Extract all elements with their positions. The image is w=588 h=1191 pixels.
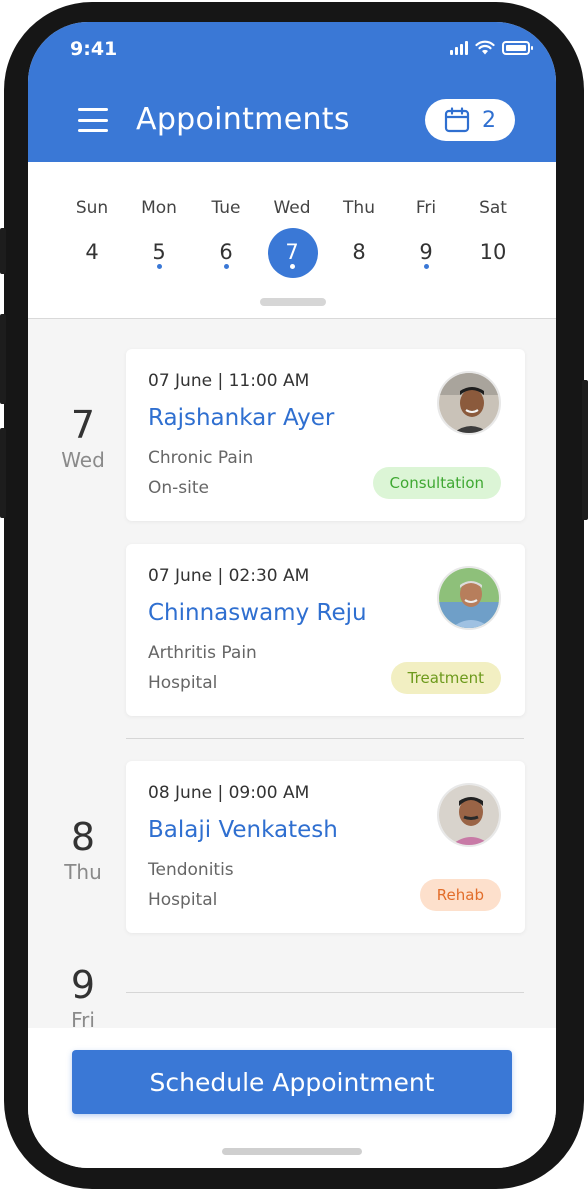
- status-icons: [450, 40, 533, 55]
- week-day-name: Tue: [211, 198, 241, 218]
- week-day-number: 9: [419, 240, 433, 264]
- week-day-number: 7: [285, 240, 299, 264]
- volume-up-button: [0, 314, 6, 404]
- status-time: 9:41: [70, 38, 118, 60]
- appointment-datetime: 07 June | 11:00 AM: [148, 371, 310, 391]
- appointment-dot: [424, 264, 429, 269]
- week-day-name: Thu: [343, 198, 375, 218]
- home-indicator[interactable]: [222, 1148, 362, 1155]
- patient-name: Chinnaswamy Reju: [148, 600, 367, 626]
- hamburger-menu-icon[interactable]: [78, 108, 108, 132]
- appointment-location: Hospital: [148, 890, 218, 910]
- volume-down-button: [0, 428, 6, 518]
- appointment-type-tag: Rehab: [419, 879, 501, 911]
- battery-icon: [502, 40, 533, 55]
- appointment-condition: Arthritis Pain: [148, 643, 257, 663]
- calendar-icon: [444, 107, 470, 133]
- drag-handle[interactable]: [260, 298, 326, 306]
- signal-icon: [450, 40, 468, 55]
- power-button: [582, 380, 588, 520]
- appointment-type-tag: Consultation: [372, 467, 501, 499]
- week-day-name: Sat: [479, 198, 507, 218]
- appointment-dot: [290, 264, 295, 269]
- appointment-dot: [224, 264, 229, 269]
- patient-name: Balaji Venkatesh: [148, 817, 338, 843]
- avatar: [437, 566, 501, 630]
- week-day-name: Wed: [273, 198, 311, 218]
- week-day-number: 8: [352, 240, 366, 264]
- week-day-name: Mon: [141, 198, 177, 218]
- date-group-weekday: Wed: [61, 448, 105, 472]
- wifi-icon: [475, 40, 495, 55]
- schedule-appointment-button[interactable]: Schedule Appointment: [72, 1050, 512, 1114]
- avatar: [437, 783, 501, 847]
- calendar-badge-button[interactable]: 2: [425, 99, 515, 141]
- week-day-number: 6: [219, 240, 233, 264]
- date-group-number: 9: [70, 963, 96, 1007]
- appointment-location: Hospital: [148, 673, 218, 693]
- appointment-card[interactable]: 07 June | 11:00 AM Rajshankar Ayer Chron…: [126, 349, 525, 521]
- page-title: Appointments: [136, 102, 350, 137]
- week-day-number: 4: [85, 240, 99, 264]
- patient-name: Rajshankar Ayer: [148, 405, 335, 431]
- appointment-condition: Chronic Pain: [148, 448, 254, 468]
- mute-switch: [0, 228, 6, 274]
- week-strip: Sun 4 Mon 5 Tue 6 Wed 7 Thu 8 Fri 9 Sat …: [28, 162, 556, 319]
- screen: 9:41 Appointments 2 Sun 4 Mon 5 Tue 6 We…: [28, 22, 556, 1168]
- date-group-label[interactable]: 9 Fri: [33, 966, 133, 1032]
- appointment-datetime: 07 June | 02:30 AM: [148, 566, 310, 586]
- app-header: 9:41 Appointments 2: [28, 22, 556, 162]
- date-group-label[interactable]: 7 Wed: [33, 406, 133, 472]
- appointment-datetime: 08 June | 09:00 AM: [148, 783, 310, 803]
- week-day-number: 5: [152, 240, 166, 264]
- date-group-weekday: Thu: [64, 860, 102, 884]
- appointment-type-tag: Treatment: [390, 662, 501, 694]
- week-day-number: 10: [479, 240, 507, 264]
- group-divider: [126, 992, 524, 993]
- date-group-number: 7: [70, 403, 96, 447]
- appointment-count: 2: [482, 107, 496, 133]
- appointment-card[interactable]: 08 June | 09:00 AM Balaji Venkatesh Tend…: [126, 761, 525, 933]
- date-group-number: 8: [70, 815, 96, 859]
- week-day-name: Sun: [75, 198, 109, 218]
- appointment-condition: Tendonitis: [148, 860, 234, 880]
- appointment-location: On-site: [148, 478, 209, 498]
- avatar: [437, 371, 501, 435]
- bottom-action-bar: Schedule Appointment: [28, 1028, 556, 1168]
- date-group-label[interactable]: 8 Thu: [33, 818, 133, 884]
- appointment-card[interactable]: 07 June | 02:30 AM Chinnaswamy Reju Arth…: [126, 544, 525, 716]
- group-divider: [126, 738, 524, 739]
- appointment-dot: [157, 264, 162, 269]
- week-day-name: Fri: [415, 198, 437, 218]
